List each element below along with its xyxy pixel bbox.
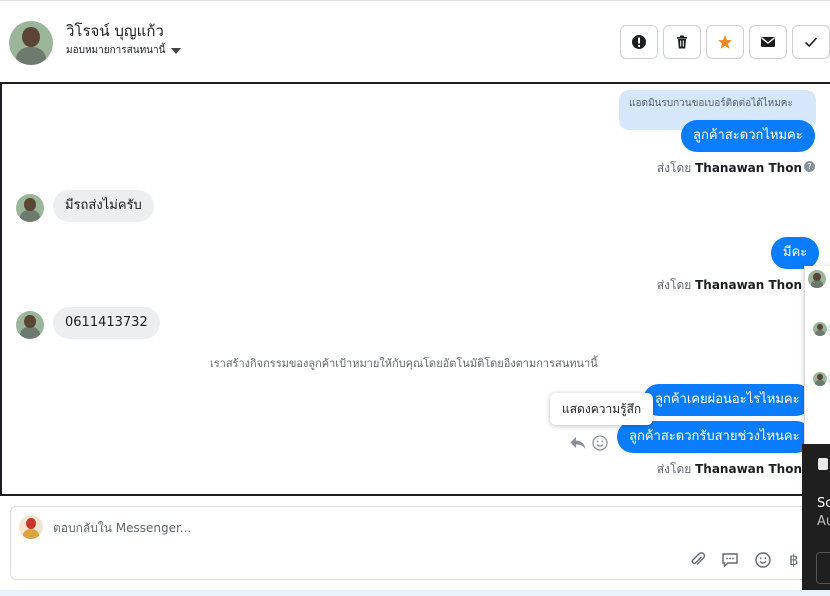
contact-name[interactable]: วิโรจน์ บุญแก้ว	[66, 19, 164, 43]
sent-by-prefix: ส่งโดย	[656, 161, 692, 175]
outgoing-message[interactable]: ลูกค้าสะดวกรับสายช่วงไหนคะ	[617, 421, 812, 453]
emoji-icon[interactable]	[754, 551, 772, 569]
reply-icon[interactable]	[569, 434, 587, 452]
delete-button[interactable]	[663, 25, 701, 59]
question-icon[interactable]: ?	[804, 161, 815, 172]
sent-by-name: Thanawan Thon	[695, 278, 802, 292]
paperclip-icon[interactable]	[689, 551, 707, 569]
spam-button[interactable]	[620, 25, 658, 59]
outgoing-message[interactable]: ลูกค้าเคยผ่อนอะไรไหมคะ	[643, 384, 812, 416]
sent-by-prefix: ส่งโดย	[656, 462, 692, 476]
notification-subtitle: Au	[817, 514, 830, 529]
incoming-message[interactable]: 0611413732	[53, 307, 160, 339]
incoming-message[interactable]: มีรถส่งไม่ครับ	[53, 190, 154, 222]
app-icon	[818, 458, 828, 470]
sent-by-name: Thanawan Thon	[695, 161, 802, 175]
react-emoji-icon[interactable]	[591, 434, 609, 452]
caret-down-icon	[171, 47, 182, 54]
preview-avatar	[813, 372, 827, 386]
trash-icon	[677, 35, 687, 49]
done-button[interactable]	[792, 25, 830, 59]
contact-avatar[interactable]	[9, 21, 53, 65]
sent-by-label: ส่งโดย Thanawan Thon	[657, 159, 802, 178]
inbox-conversation-view: วิโรจน์ บุญแก้ว มอบหมายการสนทนานี้ แอดมิ…	[0, 0, 830, 596]
notification-title: Sc	[817, 496, 830, 511]
contact-avatar-small	[16, 194, 44, 222]
sent-by-prefix: ส่งโดย	[656, 278, 692, 292]
page-avatar	[19, 515, 43, 539]
star-button[interactable]	[706, 25, 744, 59]
reply-input[interactable]	[53, 517, 453, 539]
outgoing-message[interactable]: มีคะ	[771, 237, 820, 269]
star-icon	[718, 35, 732, 49]
outgoing-message[interactable]: ลูกค้าสะดวกไหมคะ	[681, 120, 815, 152]
mark-unread-button[interactable]	[749, 25, 787, 59]
preview-avatar	[813, 322, 827, 336]
side-panel-avatar[interactable]	[808, 270, 826, 288]
sent-by-name: Thanawan Thon	[695, 462, 802, 476]
reply-composer: ฿	[10, 506, 830, 580]
notification-button[interactable]	[816, 552, 830, 584]
contact-avatar-small	[16, 311, 44, 339]
system-activity-note: เราสร้างกิจกรรมของลูกค้าเป้าหมายให้กับคุ…	[210, 357, 598, 370]
sent-by-label: ส่งโดย Thanawan Thon	[657, 276, 802, 295]
sent-by-label: ส่งโดย Thanawan Thon	[657, 460, 802, 479]
assign-conversation-dropdown[interactable]: มอบหมายการสนทนานี้	[66, 43, 182, 58]
check-icon	[804, 37, 818, 48]
conversation-header: วิโรจน์ บุญแก้ว มอบหมายการสนทนานี้	[0, 0, 830, 82]
footer-strip	[0, 590, 830, 596]
envelope-icon	[761, 37, 775, 47]
notification-popup[interactable]: Sc Au	[802, 444, 830, 596]
saved-replies-icon[interactable]	[721, 551, 739, 569]
react-tooltip: แสดงความรู้สึก	[550, 393, 654, 425]
exclamation-icon	[632, 35, 646, 49]
message-thread[interactable]: แอดมินรบกวนขอเบอร์ติดต่อได้ไหมคะ ลูกค้าส…	[0, 82, 830, 496]
assign-label: มอบหมายการสนทนานี้	[66, 45, 166, 56]
